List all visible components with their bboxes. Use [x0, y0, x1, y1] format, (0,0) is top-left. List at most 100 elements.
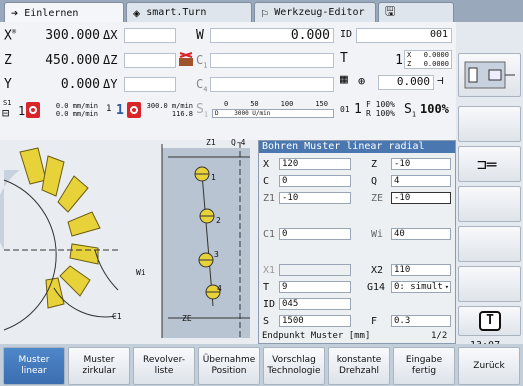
tab-label: smart.Turn [146, 7, 207, 18]
field-label-x1: X1 [263, 265, 276, 276]
q4-label: Q-4 [231, 138, 246, 147]
c4-field [210, 77, 334, 92]
ze-label: ZE [182, 314, 192, 323]
rpm-gauge: 0 50 100 150 D 3000 U/min [210, 101, 336, 119]
form-title: Bohren Muster linear radial [259, 141, 455, 153]
wi-label: Wi [136, 268, 146, 277]
d-label: D [215, 110, 219, 117]
x-axis-label: X® [4, 28, 17, 44]
id-label: ID [340, 29, 353, 40]
field-label-id: ID [263, 299, 276, 310]
machine-status-panel: X® 300.000 ΔX W 0.000 ID 001 Z 450.000 Δ… [0, 22, 456, 140]
field-x2-input[interactable]: 110 [391, 264, 451, 276]
channel-number: 1 [354, 102, 362, 117]
c1-field [210, 53, 334, 68]
c4-label: C4 [196, 77, 208, 94]
field-id-input[interactable]: 045 [279, 298, 351, 310]
softkey-muster-zirkular[interactable]: Muster zirkular [68, 347, 130, 385]
softkey-konstante-drehzahl[interactable]: konstante Drehzahl [328, 347, 390, 385]
y-axis-label: Y [4, 77, 12, 92]
field-z-input[interactable]: -10 [391, 158, 451, 170]
delta-x-label: ΔX [103, 28, 118, 42]
angle-icon: ⊣ [437, 74, 444, 87]
s1-rate-a: 0.0 mm/min [55, 102, 98, 110]
field-x-input[interactable]: 120 [279, 158, 351, 170]
angle-value: 0.000 [396, 75, 430, 88]
softkey-revolver-liste[interactable]: Revolver-liste [133, 347, 195, 385]
turning-mode-button[interactable] [458, 53, 521, 97]
field-c1-input[interactable]: 0 [279, 228, 351, 240]
delta-y-label: ΔY [103, 77, 118, 91]
w-axis-label: W [196, 28, 204, 43]
graphics-view: Z1 Q-4 Wi C1 ZE 1 2 3 4 [0, 138, 258, 344]
s1-number: 1 [18, 104, 26, 118]
field-q-input[interactable]: 4 [391, 175, 451, 187]
softkey-blank-1[interactable] [458, 106, 521, 142]
softkey-blank-2[interactable] [458, 186, 521, 222]
field-g14-select[interactable]: 0: simult ▾ [391, 281, 451, 293]
drilling-pattern-form: Bohren Muster linear radial X 120 Z -10 … [258, 140, 456, 344]
field-label-c: C [263, 176, 270, 187]
field-label-c1: C1 [263, 229, 276, 240]
t-label: T [340, 51, 348, 66]
softkey-uebernahme-position[interactable]: Übernahme Position [198, 347, 260, 385]
softkey-muster-linear[interactable]: Muster linear [3, 347, 65, 385]
g01-label: 01 [340, 105, 350, 114]
angle-target-icon: ⊕ [358, 74, 366, 88]
field-label-x2: X2 [371, 265, 384, 276]
tool-offset-field: X 0.0000 Z 0.0000 [404, 50, 452, 69]
field-x1-input[interactable] [279, 264, 351, 276]
hole-label-2: 2 [216, 216, 221, 225]
s1-rate-b: 0.0 mm/min [55, 110, 98, 118]
turret [0, 147, 120, 331]
softkey-blank-3[interactable] [458, 226, 521, 262]
field-label-z: Z [371, 159, 378, 170]
feed-value-b: 116.8 [171, 110, 193, 118]
field-label-ze: ZE [371, 193, 384, 204]
delta-y-field [124, 77, 176, 92]
save-icon: 🖫 [385, 4, 396, 18]
y-position-value: 0.000 [60, 77, 100, 92]
z-position-value: 450.000 [45, 53, 100, 68]
t-value: 1 [395, 53, 403, 68]
field-t-input[interactable]: 9 [279, 281, 351, 293]
field-c-input[interactable]: 0 [279, 175, 351, 187]
tab-bar: ➔ Einlernen ◈ smart.Turn ⚐ Werkzeug-Edit… [0, 0, 523, 23]
field-label-s: S [263, 316, 270, 327]
tool-table-button[interactable]: T [458, 306, 521, 336]
drilling-pattern-graphic [0, 142, 250, 340]
tab-save[interactable]: 🖫 [378, 2, 454, 22]
tool-editor-icon: ⚐ [261, 5, 269, 20]
tab-einlernen[interactable]: ➔ Einlernen [4, 2, 124, 23]
hole-label-1: 1 [211, 173, 216, 182]
softkey-vorschlag-technologie[interactable]: Vorschlag Technologie [263, 347, 325, 385]
dropdown-arrow-icon: ▾ [444, 283, 449, 291]
c1-graphic-label: C1 [112, 312, 122, 321]
tab-smart-turn[interactable]: ◈ smart.Turn [126, 2, 252, 22]
tool-id-value: 001 [429, 29, 448, 40]
c1-label: C1 [196, 53, 208, 70]
rpm-value: 3000 U/min [234, 110, 271, 117]
spindle-icon: ⊟ [2, 106, 10, 120]
z1-label: Z1 [206, 138, 216, 147]
lathe-view-icon [464, 61, 515, 89]
vertical-softkey-bar: ⊐═ T 13:07 [456, 22, 523, 351]
tab-label: Werkzeug-Editor [274, 7, 365, 18]
hole-label-4: 4 [217, 284, 222, 293]
field-f-input[interactable]: 0.3 [391, 315, 451, 327]
field-ze-input[interactable]: -10 [391, 192, 451, 204]
plug-icon: ⊐═ [477, 155, 497, 174]
tab-werkzeug-editor[interactable]: ⚐ Werkzeug-Editor [254, 2, 376, 22]
field-wi-input[interactable]: 40 [391, 228, 451, 240]
softkey-eingabe-fertig[interactable]: Eingabe fertig [393, 347, 455, 385]
field-s-input[interactable]: 1500 [279, 315, 351, 327]
softkey-zurueck[interactable]: Zurück [458, 347, 520, 385]
delta-z-field [124, 53, 176, 68]
hole-label-3: 3 [214, 250, 219, 259]
softkey-blank-4[interactable] [458, 266, 521, 302]
feed-value-a: 300.0 m/min [146, 102, 193, 110]
softkey-plug-button[interactable]: ⊐═ [458, 146, 521, 182]
s1-override-value: 100% [420, 102, 449, 116]
rpm-ticks: 0 50 100 150 [224, 100, 328, 108]
field-z1-input[interactable]: -10 [279, 192, 351, 204]
